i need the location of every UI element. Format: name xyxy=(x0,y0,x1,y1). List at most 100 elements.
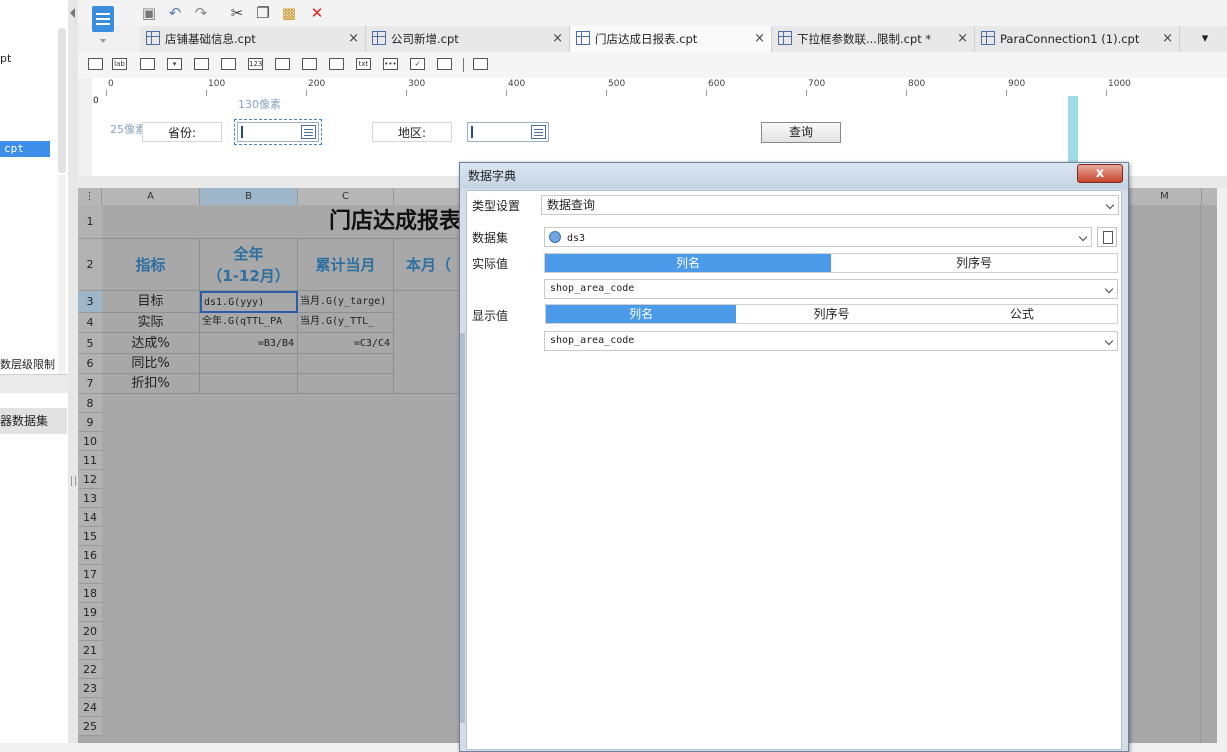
close-icon[interactable]: × xyxy=(348,26,359,52)
actual-value-select[interactable]: shop_area_code xyxy=(544,279,1118,299)
column-header[interactable]: M xyxy=(1128,188,1202,205)
row-header[interactable]: 15 xyxy=(78,527,102,546)
column-header[interactable]: B xyxy=(200,188,298,205)
undo-icon[interactable]: ↶ xyxy=(166,4,184,22)
calendar-icon[interactable] xyxy=(301,125,316,139)
display-value-select[interactable]: shop_area_code xyxy=(544,331,1118,351)
actual-mode-column-index[interactable]: 列序号 xyxy=(831,254,1117,272)
cut-icon[interactable]: ✂ xyxy=(228,4,246,22)
tab-list-icon[interactable]: ▾ xyxy=(1190,26,1220,52)
panel-divider[interactable] xyxy=(0,374,68,393)
row-header[interactable]: 25 xyxy=(78,717,102,736)
template-item[interactable]: 数层级限制 xyxy=(0,356,55,372)
query-button[interactable]: 查询 xyxy=(761,122,841,143)
checkbox-widget-icon[interactable]: ✓ xyxy=(410,58,425,70)
actual-mode-column-name[interactable]: 列名 xyxy=(545,254,831,272)
dataset-preview-icon[interactable] xyxy=(1097,227,1117,247)
list-widget-icon[interactable] xyxy=(275,58,290,70)
row-header[interactable]: 4 xyxy=(78,313,102,333)
region-combo[interactable] xyxy=(467,122,549,142)
corner-cell[interactable]: ⋮ xyxy=(78,188,102,205)
row-header[interactable]: 11 xyxy=(78,451,102,470)
row-header[interactable]: 17 xyxy=(78,565,102,584)
blank-widget-icon[interactable] xyxy=(88,58,103,70)
chevron-down-icon[interactable] xyxy=(1078,232,1088,242)
chevron-down-icon[interactable] xyxy=(1105,200,1115,210)
textarea-widget-icon[interactable]: txt xyxy=(356,58,371,70)
display-mode-column-index[interactable]: 列序号 xyxy=(736,305,926,323)
dialog-title[interactable]: 数据字典 xyxy=(460,163,1128,189)
delete-icon[interactable]: ✕ xyxy=(308,4,326,22)
column-header[interactable]: C xyxy=(298,188,394,205)
redo-icon[interactable]: ↷ xyxy=(192,4,210,22)
cell-c4[interactable]: 当月.G(y_TTL_ xyxy=(298,313,394,333)
row-header[interactable]: 20 xyxy=(78,622,102,641)
row-header[interactable]: 9 xyxy=(78,413,102,432)
template-item[interactable]: pt xyxy=(0,52,11,65)
type-select[interactable]: 数据查询 xyxy=(541,195,1119,215)
cell-b3[interactable]: ds1.G(yyy) xyxy=(200,291,298,313)
tab-store-daily-report[interactable]: 门店达成日报表.cpt × xyxy=(570,26,772,52)
display-mode-column-name[interactable]: 列名 xyxy=(546,305,737,323)
tab-company-new[interactable]: 公司新增.cpt × xyxy=(366,26,570,52)
close-icon[interactable]: x xyxy=(1077,164,1123,183)
row-header[interactable]: 7 xyxy=(78,374,102,394)
row-label-cell[interactable]: 折扣% xyxy=(102,374,200,394)
label-widget-icon[interactable]: lab xyxy=(112,58,127,70)
province-combo[interactable] xyxy=(234,119,322,145)
row-header[interactable]: 24 xyxy=(78,698,102,717)
chevron-down-icon[interactable] xyxy=(1104,336,1114,346)
row-header[interactable]: 12 xyxy=(78,470,102,489)
grid-cell[interactable] xyxy=(200,354,298,374)
grid-cell[interactable] xyxy=(200,374,298,394)
tree-widget-icon[interactable] xyxy=(437,58,452,70)
cell-c3[interactable]: 当月.G(y_targe) xyxy=(298,291,394,313)
tab-store-basic-info[interactable]: 店铺基础信息.cpt × xyxy=(140,26,366,52)
row-header[interactable]: 18 xyxy=(78,584,102,603)
number-widget-icon[interactable]: 123 xyxy=(248,58,263,70)
row-header[interactable]: 3 xyxy=(78,291,102,313)
row-header[interactable]: 2 xyxy=(78,239,102,291)
password-widget-icon[interactable]: ••• xyxy=(383,58,398,70)
grid-cell[interactable] xyxy=(298,354,394,374)
tab-dropdown-param[interactable]: 下拉框参数联...限制.cpt * × xyxy=(772,26,975,52)
paste-icon[interactable]: ▩ xyxy=(280,4,298,22)
display-mode-formula[interactable]: 公式 xyxy=(927,305,1117,323)
combobox-widget-icon[interactable]: ▾ xyxy=(167,58,182,70)
row-label-cell[interactable]: 实际 xyxy=(102,313,200,333)
row-header[interactable]: 19 xyxy=(78,603,102,622)
grid-cell[interactable] xyxy=(394,291,462,394)
cell-b5[interactable]: =B3/B4 xyxy=(200,333,298,354)
close-icon[interactable]: × xyxy=(754,26,765,52)
close-icon[interactable]: × xyxy=(957,26,968,52)
radio-group-icon[interactable] xyxy=(302,58,317,70)
header-cell[interactable]: 本月（ xyxy=(394,239,462,291)
report-title-cell[interactable]: 门店达成报表 xyxy=(102,205,462,239)
close-icon[interactable]: × xyxy=(1162,26,1173,52)
server-dataset-tab[interactable]: 器数据集 xyxy=(0,408,67,434)
grid-cell[interactable] xyxy=(298,374,394,394)
header-cell[interactable]: 累计当月 xyxy=(298,239,394,291)
row-header[interactable]: 6 xyxy=(78,354,102,374)
pane-scrollbar[interactable] xyxy=(1217,78,1227,178)
row-label-cell[interactable]: 目标 xyxy=(102,291,200,313)
save-icon[interactable]: ▣ xyxy=(140,4,158,22)
calendar-icon[interactable] xyxy=(531,125,546,139)
template-designer-icon[interactable] xyxy=(90,6,116,46)
template-item-selected[interactable]: cpt xyxy=(0,141,50,157)
header-cell[interactable]: 全年 （1-12月） xyxy=(200,239,298,291)
cell-c5[interactable]: =C3/C4 xyxy=(298,333,394,354)
textbox-widget-icon[interactable] xyxy=(140,58,155,70)
chevron-down-icon[interactable] xyxy=(100,39,106,43)
row-label-cell[interactable]: 达成% xyxy=(102,333,200,354)
row-header[interactable]: 13 xyxy=(78,489,102,508)
copy-icon[interactable]: ❐ xyxy=(254,4,272,22)
more-widgets-icon[interactable] xyxy=(473,58,488,70)
splitter-grip-icon[interactable] xyxy=(71,476,76,486)
cell-b4[interactable]: 全年.G(qTTL_PA xyxy=(200,313,298,333)
left-scrollbar[interactable] xyxy=(58,28,66,173)
date-widget-icon[interactable] xyxy=(194,58,209,70)
panel-splitter[interactable] xyxy=(68,0,78,743)
header-cell[interactable]: 指标 xyxy=(102,239,200,291)
row-label-cell[interactable]: 同比% xyxy=(102,354,200,374)
